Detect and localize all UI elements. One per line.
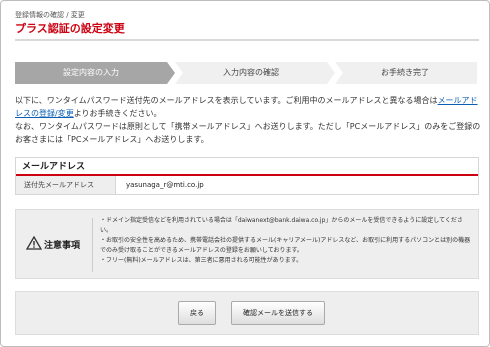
notice-list: ・ドメイン指定受信などを利用されている場合は「daiwanext@bank.da… (100, 216, 474, 266)
notice-divider (92, 218, 93, 272)
intro-line-1: 以下に、ワンタイムパスワード送付先のメールアドレスを表示しています。ご利用中のメ… (15, 96, 438, 105)
action-bar: 戻る 確認メールを送信する (15, 291, 479, 335)
mail-address-section: メールアドレス 送付先メールアドレス yasunaga_r@mti.co.jp (15, 157, 479, 195)
header-divider (15, 39, 479, 41)
mail-row-value: yasunaga_r@mti.co.jp (126, 181, 204, 189)
breadcrumb: 登録情報の確認 / 変更 (15, 11, 85, 19)
intro-line-1-tail: よりお手続きください。 (73, 109, 162, 118)
progress-steps: 設定内容の入力 入力内容の確認 お手続き完了 (15, 62, 477, 84)
mail-row-label: 送付先メールアドレス (16, 176, 116, 194)
step-confirm: 入力内容の確認 (223, 68, 279, 77)
notice-section: 注意事項 ・ドメイン指定受信などを利用されている場合は「daiwanext@ba… (15, 209, 479, 279)
page-header: 登録情報の確認 / 変更 プラス認証の設定変更 (15, 11, 125, 36)
mail-section-title: メールアドレス (16, 158, 478, 176)
back-button[interactable]: 戻る (178, 301, 216, 325)
notice-item: ・フリー(無料)メールアドレスは、第三者に悪用される可能性があります。 (100, 257, 303, 264)
send-confirmation-mail-button[interactable]: 確認メールを送信する (231, 301, 325, 325)
main-panel: 登録情報の確認 / 変更 プラス認証の設定変更 設定内容の入力 入力内容の確認 … (0, 0, 490, 347)
warning-triangle-icon (26, 236, 42, 250)
step-complete: お手続き完了 (381, 68, 429, 77)
notice-item: ・ドメイン指定受信などを利用されている場合は「daiwanext@bank.da… (100, 217, 463, 234)
page-title: プラス認証の設定変更 (15, 22, 125, 35)
step-input: 設定内容の入力 (63, 68, 119, 77)
intro-text: 以下に、ワンタイムパスワード送付先のメールアドレスを表示しています。ご利用中のメ… (15, 94, 481, 146)
notice-title: 注意事項 (44, 241, 81, 251)
notice-item: ・お取引の安全性を高めるため、携帯電話会社の提供するメール(キャリアメール)アド… (100, 237, 471, 254)
intro-line-2: なお、ワンタイムパスワードは原則として「携帯メールアドレス」へお送りします。ただ… (15, 122, 481, 144)
mail-row: 送付先メールアドレス yasunaga_r@mti.co.jp (16, 176, 478, 194)
